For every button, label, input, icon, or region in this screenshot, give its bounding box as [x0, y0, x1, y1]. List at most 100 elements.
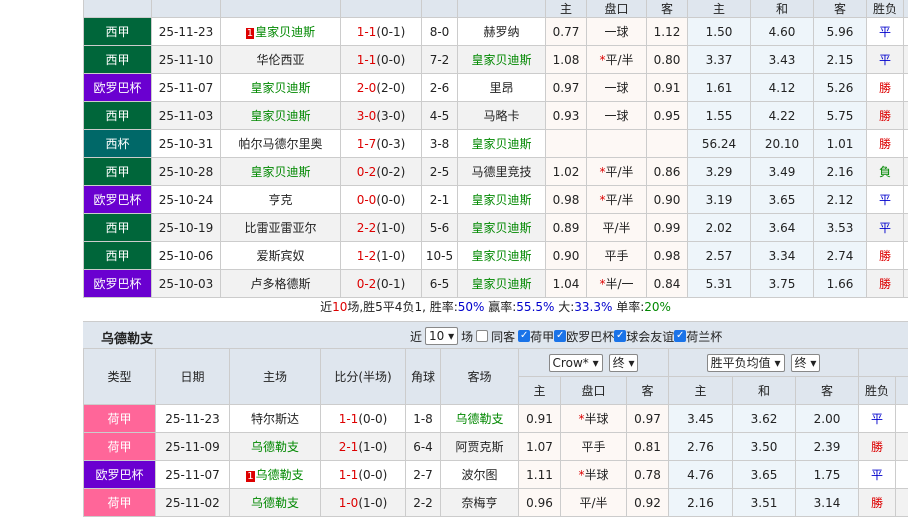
ah-home-odds: 0.98: [546, 186, 587, 214]
score[interactable]: 1-1(0-0): [341, 46, 422, 74]
score[interactable]: 1-1(0-1): [341, 18, 422, 46]
matches-label: 场: [461, 328, 473, 345]
away-team[interactable]: 皇家贝迪斯: [458, 214, 546, 242]
handicap-line: *平/半: [587, 46, 647, 74]
score[interactable]: 2-1(1-0): [321, 433, 406, 461]
league-type-badge[interactable]: 西甲: [84, 18, 152, 46]
league-type-badge[interactable]: 西甲: [84, 214, 152, 242]
score[interactable]: 3-0(3-0): [341, 102, 422, 130]
league-type-badge[interactable]: 荷甲: [84, 405, 156, 433]
handicap-text: 半球: [584, 412, 608, 426]
filter-checkbox[interactable]: ✓: [554, 330, 566, 342]
score[interactable]: 2-0(2-0): [341, 74, 422, 102]
away-team[interactable]: 波尔图: [441, 461, 519, 489]
away-team[interactable]: 阿贾克斯: [441, 433, 519, 461]
odds-type-select[interactable]: 胜平负均值 ▾: [707, 354, 785, 372]
home-team[interactable]: 亨克: [221, 186, 341, 214]
home-team-name[interactable]: 比雷亚雷亚尔: [244, 221, 316, 235]
league-type-badge[interactable]: 欧罗巴杯: [84, 186, 152, 214]
odds-header: 胜负: [867, 0, 904, 18]
home-team-name[interactable]: 皇家贝迪斯: [250, 165, 310, 179]
home-team-name[interactable]: 乌德勒支: [256, 468, 304, 482]
extra-cell: [904, 102, 908, 130]
home-team-name[interactable]: 卢多格德斯: [250, 277, 310, 291]
league-type-badge[interactable]: 西甲: [84, 102, 152, 130]
home-team-name[interactable]: 帕尔马德尔里奥: [238, 137, 322, 151]
home-team-name[interactable]: 华伦西亚: [256, 53, 304, 67]
league-type-badge[interactable]: 西甲: [84, 158, 152, 186]
away-team[interactable]: 皇家贝迪斯: [458, 186, 546, 214]
eu-draw-odds: 3.34: [751, 242, 814, 270]
match-count-select[interactable]: 10 ▾: [425, 327, 458, 345]
extra-cell: [896, 461, 908, 489]
away-team[interactable]: 马略卡: [458, 102, 546, 130]
league-type-badge[interactable]: 荷甲: [84, 489, 156, 517]
handicap-line: 平手: [587, 242, 647, 270]
league-type-badge[interactable]: 欧罗巴杯: [84, 74, 152, 102]
home-team-name[interactable]: 皇家贝迪斯: [250, 109, 310, 123]
filter-checkbox[interactable]: ✓: [674, 330, 686, 342]
score[interactable]: 0-2(0-2): [341, 158, 422, 186]
score[interactable]: 1-7(0-3): [341, 130, 422, 158]
score[interactable]: 1-1(0-0): [321, 405, 406, 433]
filter-checkbox[interactable]: ✓: [518, 330, 530, 342]
table-row: 西甲25-10-06爱斯宾奴1-2(1-0)10-5皇家贝迪斯0.90平手0.9…: [84, 242, 908, 270]
home-team-name[interactable]: 亨克: [268, 193, 292, 207]
home-team[interactable]: 皇家贝迪斯: [221, 74, 341, 102]
home-team[interactable]: 1皇家贝迪斯: [221, 18, 341, 46]
score[interactable]: 1-0(1-0): [321, 489, 406, 517]
home-team[interactable]: 特尔斯达: [230, 405, 321, 433]
score[interactable]: 1-2(1-0): [341, 242, 422, 270]
full-score: 0-0: [357, 193, 377, 207]
home-team[interactable]: 华伦西亚: [221, 46, 341, 74]
eu-away-odds: 2.16: [814, 158, 867, 186]
eu-home-odds: 2.76: [669, 433, 733, 461]
home-team-name[interactable]: 乌德勒支: [251, 496, 299, 510]
league-type-badge[interactable]: 西甲: [84, 46, 152, 74]
home-team-name[interactable]: 爱斯宾奴: [256, 249, 304, 263]
filter-checkbox[interactable]: ✓: [614, 330, 626, 342]
home-team[interactable]: 乌德勒支: [230, 433, 321, 461]
eu-home-odds: 1.50: [688, 18, 751, 46]
home-team-name[interactable]: 乌德勒支: [251, 440, 299, 454]
home-team-name[interactable]: 特尔斯达: [251, 412, 299, 426]
home-team[interactable]: 帕尔马德尔里奥: [221, 130, 341, 158]
home-team-name[interactable]: 皇家贝迪斯: [255, 25, 315, 39]
extra-cell: [896, 489, 908, 517]
full-score: 2-2: [357, 221, 377, 235]
match-date: 25-11-09: [156, 433, 230, 461]
home-team-name[interactable]: 皇家贝迪斯: [250, 81, 310, 95]
score[interactable]: 2-2(1-0): [341, 214, 422, 242]
home-team[interactable]: 爱斯宾奴: [221, 242, 341, 270]
ah-home-odds: 0.77: [546, 18, 587, 46]
same-away-checkbox[interactable]: [476, 330, 488, 342]
home-team[interactable]: 比雷亚雷亚尔: [221, 214, 341, 242]
away-team[interactable]: 乌德勒支: [441, 405, 519, 433]
league-type-badge[interactable]: 荷甲: [84, 433, 156, 461]
match-date: 25-10-24: [152, 186, 221, 214]
home-team[interactable]: 乌德勒支: [230, 489, 321, 517]
away-team[interactable]: 皇家贝迪斯: [458, 242, 546, 270]
score[interactable]: 0-0(0-0): [341, 186, 422, 214]
ah-home-odds: 0.96: [519, 489, 561, 517]
away-team[interactable]: 赫罗纳: [458, 18, 546, 46]
score[interactable]: 1-1(0-0): [321, 461, 406, 489]
home-team[interactable]: 皇家贝迪斯: [221, 102, 341, 130]
league-type-badge[interactable]: 欧罗巴杯: [84, 461, 156, 489]
ah-final-select[interactable]: 终 ▾: [609, 354, 639, 372]
away-team[interactable]: 马德里竞技: [458, 158, 546, 186]
home-team[interactable]: 1乌德勒支: [230, 461, 321, 489]
home-team[interactable]: 皇家贝迪斯: [221, 158, 341, 186]
league-type-badge[interactable]: 西甲: [84, 242, 152, 270]
eu-final-select[interactable]: 终 ▾: [791, 354, 821, 372]
away-team[interactable]: 里昂: [458, 74, 546, 102]
corners: 2-7: [406, 461, 441, 489]
eu-draw-odds: 3.65: [733, 461, 796, 489]
away-team[interactable]: 皇家贝迪斯: [458, 130, 546, 158]
away-team[interactable]: 奈梅亨: [441, 489, 519, 517]
away-team[interactable]: 皇家贝迪斯: [458, 46, 546, 74]
ah-home-odds: 1.08: [546, 46, 587, 74]
table-row: 西杯25-10-31帕尔马德尔里奥1-7(0-3)3-8皇家贝迪斯56.2420…: [84, 130, 908, 158]
company-select[interactable]: Crow* ▾: [549, 354, 603, 372]
league-type-badge[interactable]: 西杯: [84, 130, 152, 158]
